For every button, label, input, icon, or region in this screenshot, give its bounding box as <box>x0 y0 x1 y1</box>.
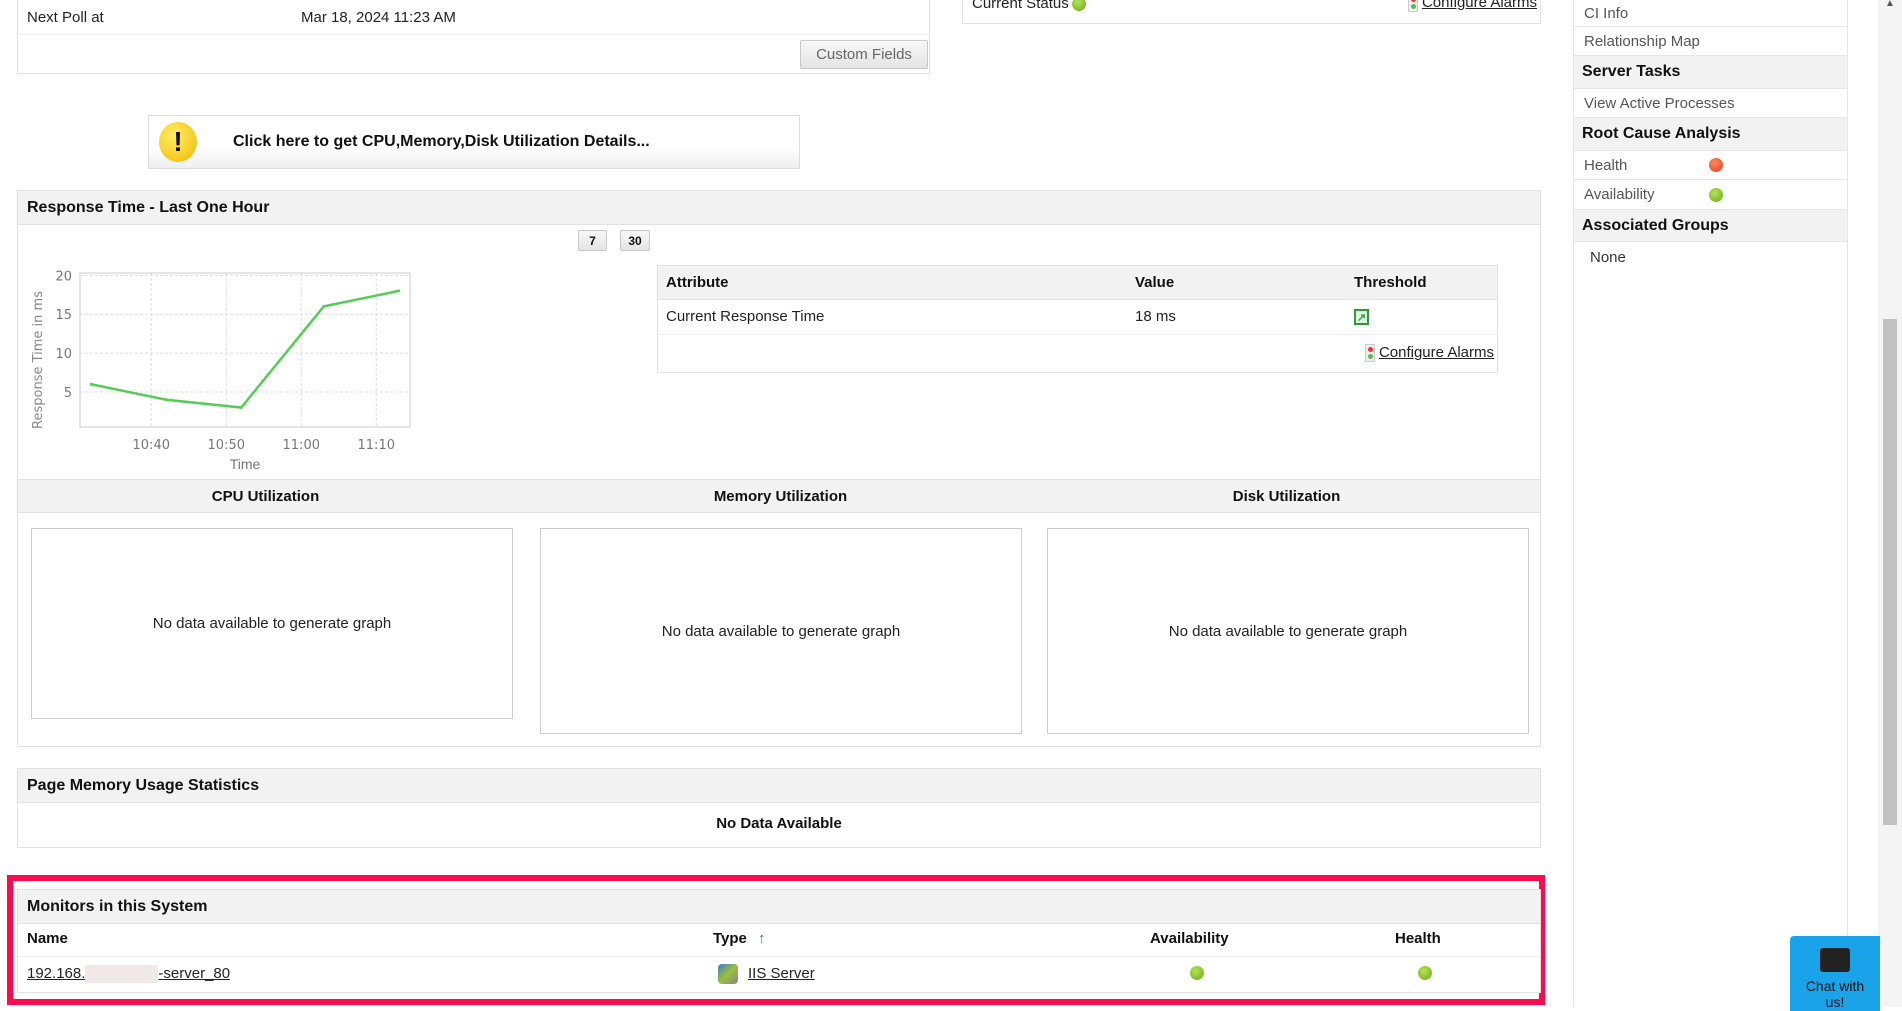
data-point <box>239 406 243 410</box>
sidebar-associated-groups: Associated Groups <box>1574 210 1847 242</box>
cpu-utilization-header: CPU Utilization <box>211 488 320 505</box>
sidebar-availability[interactable]: Availability <box>1574 180 1847 210</box>
response-time-title: Response Time - Last One Hour <box>18 191 1540 225</box>
traffic-light-icon <box>1407 0 1418 13</box>
x-axis-label: Time <box>230 456 261 471</box>
x-tick-label: 11:00 <box>283 438 320 453</box>
cpu-no-data: No data available to generate graph <box>31 528 513 719</box>
response-time-panel: Response Time - Last One Hour 7 30 5 10 15… <box>17 190 1541 747</box>
data-point <box>322 304 326 308</box>
sort-asc-icon[interactable]: ↑ <box>758 930 766 947</box>
current-status-label: Current Status <box>972 0 1069 12</box>
sidebar-relationship-map[interactable]: Relationship Map <box>1574 27 1847 56</box>
sidebar-server-tasks: Server Tasks <box>1574 56 1847 89</box>
data-point <box>89 382 93 386</box>
x-tick-label: 10:50 <box>208 438 245 453</box>
chat-button[interactable]: Chat with us! <box>1790 936 1880 1011</box>
monitors-title: Monitors in this System <box>18 890 1540 924</box>
page-memory-no-data: No Data Available <box>716 815 842 832</box>
scrollbar-thumb[interactable] <box>1883 319 1897 825</box>
chat-label: Chat with us! <box>1805 978 1865 1010</box>
attribute-value: 18 ms <box>1135 308 1176 325</box>
custom-fields-button[interactable]: Custom Fields <box>800 40 928 69</box>
x-tick-label: 10:40 <box>133 438 170 453</box>
disk-no-data: No data available to generate graph <box>1047 528 1529 734</box>
scrollbar[interactable]: ▲ <box>1878 0 1902 1007</box>
configure-alarms-link[interactable]: Configure Alarms <box>1422 0 1537 11</box>
monitor-name-link[interactable]: 192.168. -server_80 <box>27 965 230 983</box>
monitor-type-link[interactable]: IIS Server <box>748 965 815 982</box>
health-label: Health <box>1584 156 1628 174</box>
configure-alarms-top[interactable]: Configure Alarms <box>1407 0 1537 13</box>
right-sidebar: CI Info Relationship Map Server Tasks Vi… <box>1573 0 1848 1007</box>
col-value: Value <box>1135 274 1175 291</box>
attribute-name: Current Response Time <box>666 308 825 325</box>
memory-utilization-header: Memory Utilization <box>713 488 848 505</box>
y-tick-label: 5 <box>64 386 72 401</box>
iis-server-icon <box>718 964 738 984</box>
monitors-panel: Monitors in this System Name Type ↑ Avai… <box>17 889 1541 993</box>
attribute-table: Attribute Value Threshold Current Respon… <box>657 265 1498 373</box>
response-time-chart: 5 10 15 20 10:40 10:50 11:00 11:10 Time Response … <box>31 269 411 471</box>
page-memory-title: Page Memory Usage Statistics <box>18 769 1540 803</box>
next-poll-label: Next Poll at <box>27 9 104 26</box>
sidebar-root-cause: Root Cause Analysis <box>1574 118 1847 151</box>
data-point <box>397 289 401 293</box>
banner-text: Click here to get CPU,Memory,Disk Utiliz… <box>233 133 650 150</box>
col-availability[interactable]: Availability <box>1150 930 1229 947</box>
col-name[interactable]: Name <box>27 930 68 947</box>
health-clear-icon <box>1418 966 1432 980</box>
y-tick-label: 15 <box>55 308 72 323</box>
col-health[interactable]: Health <box>1395 930 1441 947</box>
col-attribute: Attribute <box>666 274 729 291</box>
poll-info-panel: Next Poll at Mar 18, 2024 11:23 AM <box>17 0 930 74</box>
chat-icon <box>1820 948 1850 972</box>
sidebar-none: None <box>1590 248 1626 266</box>
col-threshold: Threshold <box>1354 274 1427 291</box>
health-critical-icon <box>1709 158 1723 172</box>
disk-utilization-header: Disk Utilization <box>1232 488 1341 505</box>
y-tick-label: 20 <box>55 269 72 284</box>
utilization-details-banner[interactable]: ! Click here to get CPU,Memory,Disk Util… <box>148 115 800 169</box>
threshold-icon[interactable]: ↗ <box>1354 309 1369 325</box>
x-tick-label: 11:10 <box>358 438 395 453</box>
configure-alarms-link[interactable]: Configure Alarms <box>1379 344 1494 361</box>
scroll-up-icon[interactable]: ▲ <box>1885 0 1895 9</box>
y-tick-label: 10 <box>55 347 72 362</box>
col-type[interactable]: Type <box>713 930 747 947</box>
status-panel: Current Status Configure Alarms <box>962 0 1541 24</box>
status-up-icon <box>1071 0 1086 11</box>
period-30-button[interactable]: 30 <box>620 230 650 251</box>
y-axis-label: Response Time in ms <box>31 291 46 429</box>
memory-no-data: No data available to generate graph <box>540 528 1022 734</box>
period-7-button[interactable]: 7 <box>578 230 607 251</box>
monitor-name-prefix[interactable]: 192.168. <box>27 965 85 983</box>
next-poll-value: Mar 18, 2024 11:23 AM <box>301 9 456 26</box>
availability-up-icon <box>1190 966 1204 980</box>
availability-label: Availability <box>1584 186 1655 203</box>
warning-icon: ! <box>159 122 197 162</box>
sidebar-view-active-processes[interactable]: View Active Processes <box>1574 89 1847 118</box>
configure-alarms-row[interactable]: Configure Alarms <box>1364 344 1494 363</box>
monitor-name-suffix[interactable]: -server_80 <box>158 965 230 983</box>
sidebar-ci-info[interactable]: CI Info <box>1574 0 1847 27</box>
data-point <box>164 398 168 402</box>
availability-up-icon <box>1709 187 1723 202</box>
traffic-light-icon <box>1364 344 1375 363</box>
page-memory-panel: Page Memory Usage Statistics No Data Ava… <box>17 768 1541 848</box>
sidebar-health[interactable]: Health <box>1574 151 1847 180</box>
